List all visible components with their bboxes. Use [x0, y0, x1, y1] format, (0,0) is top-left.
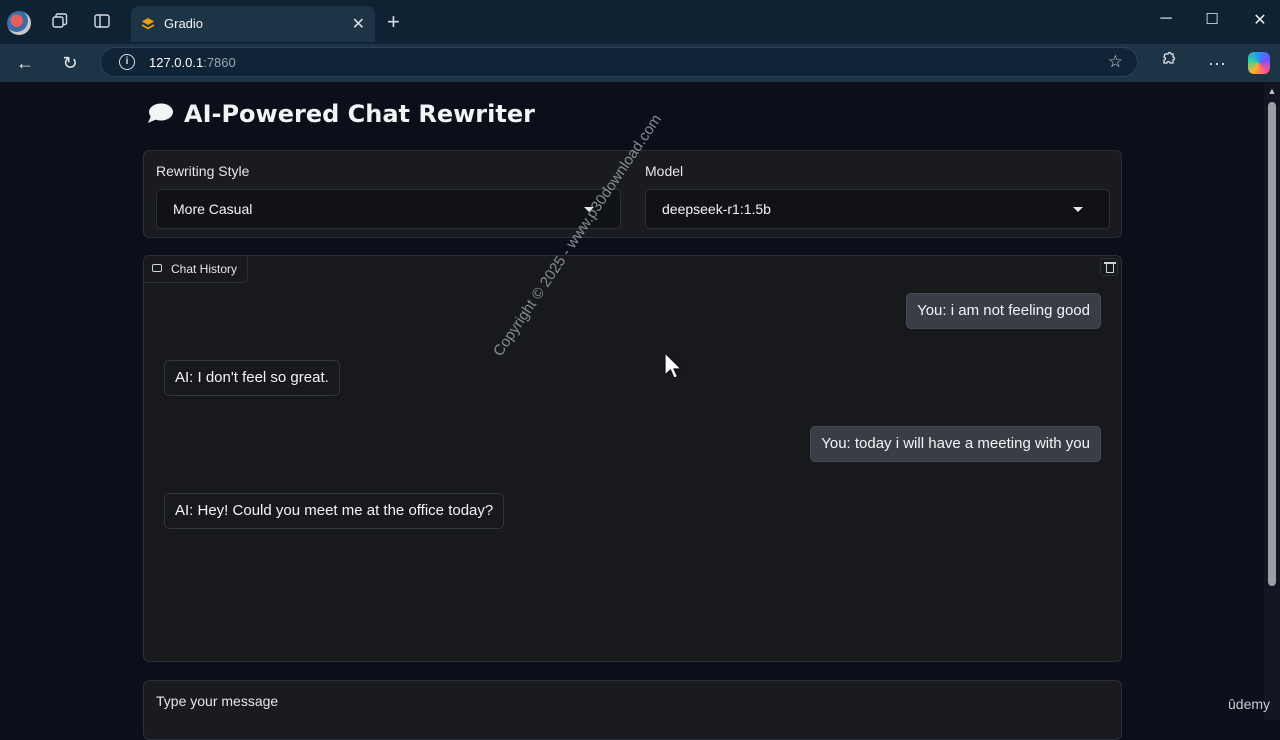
- tab-title: Gradio: [164, 16, 204, 31]
- tab-gradio[interactable]: Gradio ✕: [131, 6, 375, 42]
- gradio-favicon: [141, 18, 155, 30]
- url-host: 127.0.0.1: [149, 55, 204, 70]
- model-dropdown[interactable]: deepseek-r1:1.5b: [645, 189, 1110, 229]
- more-icon[interactable]: ···: [1205, 51, 1229, 75]
- chat-history-label-text: Chat History: [171, 262, 238, 276]
- page-title-text: AI-Powered Chat Rewriter: [184, 100, 535, 128]
- message-bot: AI: I don't feel so great.: [164, 360, 340, 396]
- window-close-icon[interactable]: ✕: [1248, 10, 1272, 30]
- trash-icon[interactable]: [1100, 258, 1118, 276]
- tab-actions-icon[interactable]: [91, 12, 113, 34]
- copilot-icon[interactable]: [1248, 52, 1270, 74]
- tab-bar: Gradio ✕ + ─ ☐ ✕: [0, 0, 1280, 44]
- message-bot: AI: Hey! Could you meet me at the office…: [164, 493, 505, 529]
- chat-history-label: Chat History: [144, 256, 249, 283]
- back-icon[interactable]: ←: [13, 51, 37, 75]
- model-value: deepseek-r1:1.5b: [662, 201, 771, 217]
- address-bar[interactable]: i 127.0.0.1:7860 ☆: [100, 47, 1138, 77]
- style-value: More Casual: [173, 201, 253, 217]
- style-label: Rewriting Style: [156, 163, 250, 179]
- message-user: You: today i will have a meeting with yo…: [810, 426, 1101, 462]
- chat-history-panel: Chat History You: i am not feeling good …: [143, 255, 1122, 662]
- star-icon[interactable]: ☆: [1108, 52, 1123, 72]
- url-text[interactable]: 127.0.0.1:7860: [149, 55, 236, 70]
- chevron-down-icon: [1073, 207, 1083, 212]
- close-icon[interactable]: ✕: [352, 14, 365, 34]
- minimize-icon[interactable]: ─: [1154, 10, 1178, 28]
- workspaces-icon[interactable]: [49, 12, 71, 34]
- message-input-label: Type your message: [156, 693, 279, 709]
- model-label: Model: [645, 163, 684, 179]
- plus-icon[interactable]: +: [387, 11, 400, 33]
- browser-window: Gradio ✕ + ─ ☐ ✕ ← ↻ i 127.0.0.1:7860 ☆ …: [0, 0, 1280, 740]
- profile-icon[interactable]: [7, 11, 31, 35]
- maximize-icon[interactable]: ☐: [1200, 10, 1224, 28]
- page-title: AI-Powered Chat Rewriter: [146, 100, 535, 128]
- message-input-panel[interactable]: Type your message: [143, 680, 1122, 740]
- url-port: :7860: [203, 55, 236, 70]
- nav-bar: ← ↻ i 127.0.0.1:7860 ☆ ···: [0, 44, 1280, 82]
- udemy-logo: ûdemy: [1228, 696, 1271, 712]
- extensions-icon[interactable]: [1156, 51, 1180, 75]
- style-dropdown[interactable]: More Casual: [156, 189, 621, 229]
- scroll-thumb[interactable]: [1268, 102, 1276, 586]
- chat-icon: [152, 264, 162, 272]
- scroll-up-icon[interactable]: ▲: [1266, 86, 1278, 96]
- message-user: You: i am not feeling good: [906, 293, 1101, 329]
- cursor-icon: [664, 352, 683, 379]
- info-icon[interactable]: i: [119, 54, 135, 70]
- refresh-icon[interactable]: ↻: [58, 51, 82, 75]
- chat-bubble-icon: [148, 103, 173, 123]
